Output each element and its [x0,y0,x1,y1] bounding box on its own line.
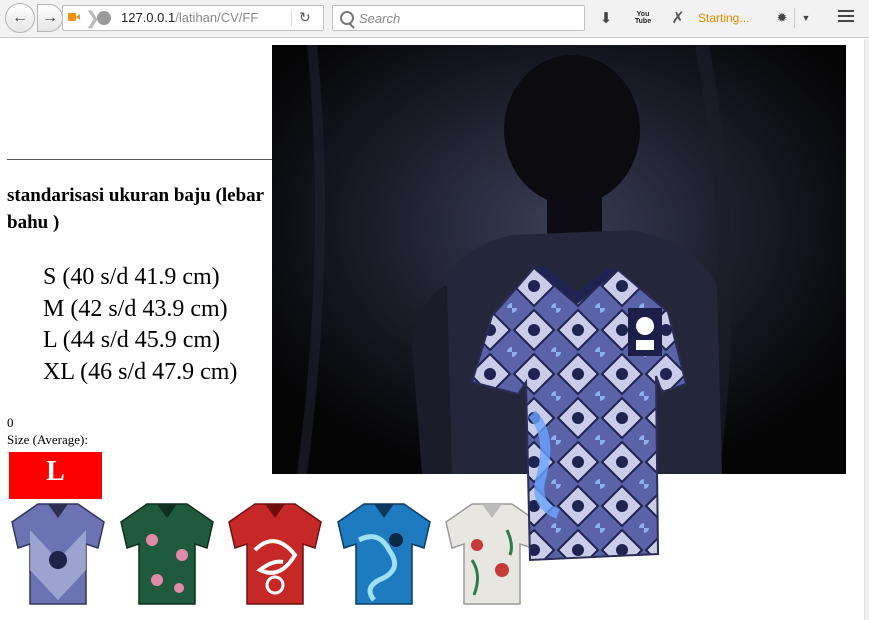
reload-icon[interactable]: ↻ [299,9,311,26]
url-divider [291,10,292,26]
frame-counter: 0 [7,415,14,430]
size-item-m: M (42 s/d 43.9 cm) [43,295,228,322]
average-size-badge: L [9,452,102,499]
average-size-label: Size (Average): [7,432,88,447]
turquoise-batik-shirt-thumbnail[interactable] [333,500,435,606]
virtual-tryon-shirt [470,266,688,562]
green-batik-shirt-thumbnail[interactable] [116,500,218,606]
download-icon[interactable]: ⬇ [597,8,615,28]
x-extension-icon[interactable]: ✗ [670,8,686,28]
size-item-s: S (40 s/d 41.9 cm) [43,264,220,290]
menu-icon[interactable] [838,10,854,24]
size-item-l: L (44 s/d 45.9 cm) [43,327,221,353]
forward-arrow-icon[interactable]: → [37,4,63,32]
search-input[interactable]: Search [359,11,400,26]
blue-batik-shirt-thumbnail[interactable] [7,500,109,606]
youtube-label: You Tube [634,11,652,25]
search-bar[interactable]: Search [332,5,585,31]
browser-toolbar: ← → ❯ 127.0.0.1/latihan/CV/FF ↻ Search ⬇… [0,0,869,38]
youtube-icon[interactable]: You Tube [634,8,652,28]
toolbar-separator [794,8,795,28]
horizontal-rule [7,159,273,160]
red-batik-shirt-thumbnail[interactable] [224,500,326,606]
address-bar[interactable]: ❯ 127.0.0.1/latihan/CV/FF ↻ [62,5,324,31]
back-arrow-icon[interactable]: ← [5,3,35,33]
status-text: Starting... [698,11,750,25]
nav-buttons: ← → [5,3,63,33]
url-text[interactable]: 127.0.0.1/latihan/CV/FF [121,10,281,25]
page-heading: standarisasi ukuran baju (lebar bahu ) [7,185,264,233]
dropdown-icon[interactable]: ▼ [800,8,812,28]
search-icon [340,11,354,25]
globe-icon [97,11,111,25]
page-scrollbar[interactable] [864,39,869,620]
size-item-xl: XL (46 s/d 47.9 cm) [43,358,238,385]
camera-icon[interactable] [68,12,80,22]
url-separator: ❯ [85,8,101,28]
extension-icon[interactable]: ✹ [772,8,792,28]
size-standard-list: S (40 s/d 41.9 cm) M (42 s/d 43.9 cm) L … [43,262,237,388]
